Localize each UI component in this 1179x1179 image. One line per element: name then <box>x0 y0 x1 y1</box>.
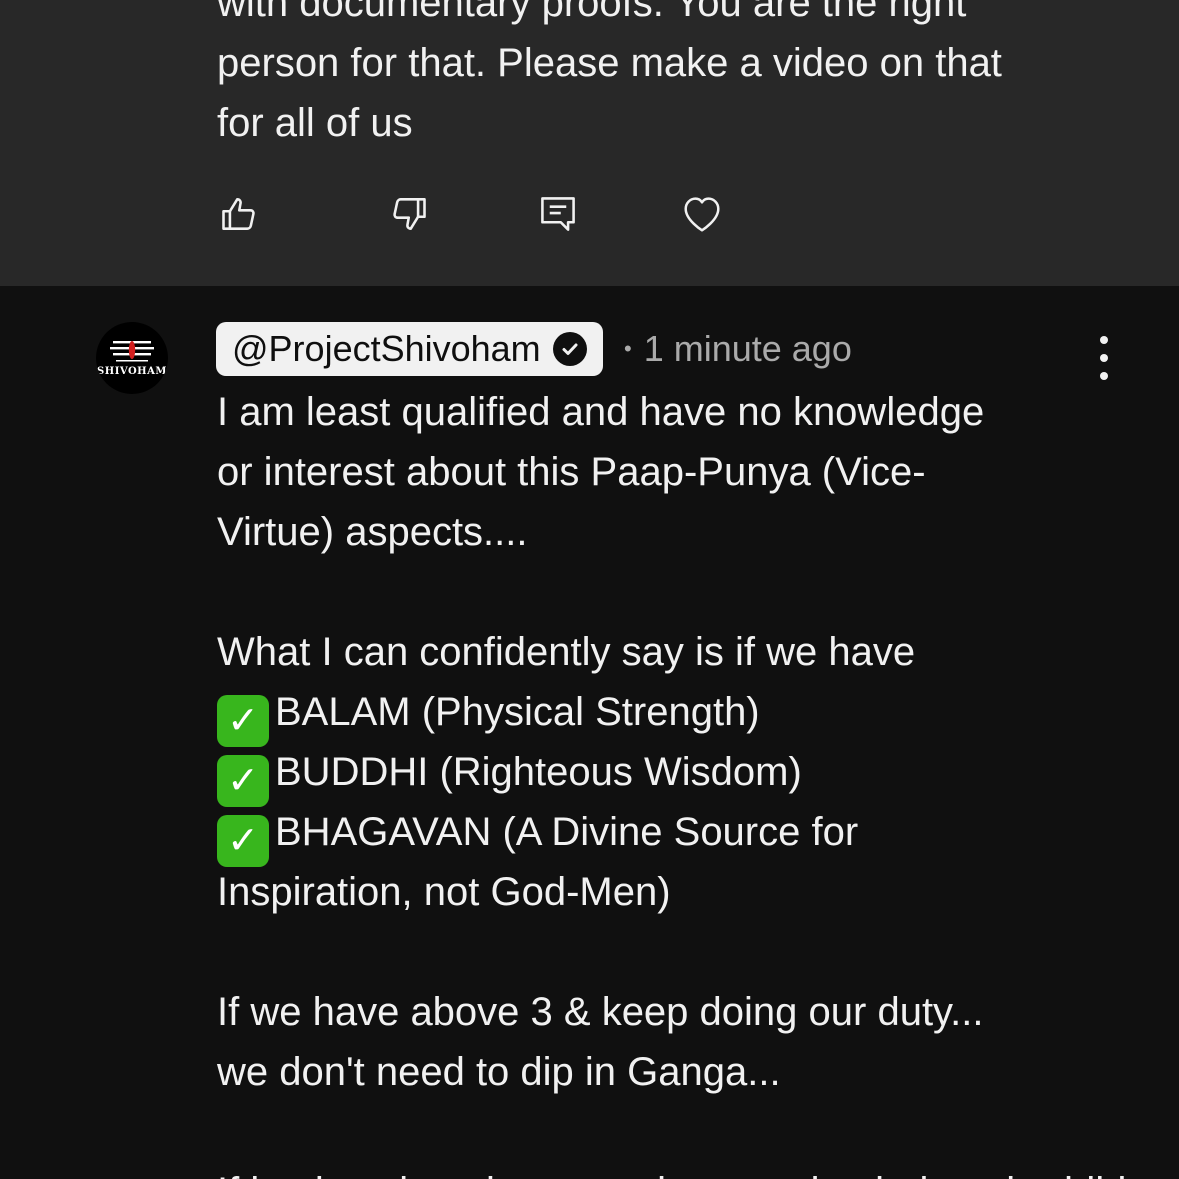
reply-icon <box>541 197 575 231</box>
author-name: @ProjectShivoham <box>232 328 541 369</box>
reply-line-blank <box>217 922 1117 982</box>
check-mark-icon: ✓ <box>217 755 269 807</box>
check-mark-icon: ✓ <box>217 695 269 747</box>
reply-line: What I can confidently say is if we have <box>217 630 916 674</box>
meta-separator: • <box>624 336 632 361</box>
reply-line-blank <box>217 562 1117 622</box>
checklist-item: ✓ BUDDHI (Righteous Wisdom) <box>217 742 1117 807</box>
avatar[interactable]: SHIVOHAM <box>96 322 168 394</box>
reply-line: If it takes time, let us work on getting… <box>217 1162 1126 1179</box>
thumbs-up-icon <box>222 198 255 230</box>
heart-button[interactable] <box>676 188 728 240</box>
reply-line: If we have above 3 & keep doing our duty… <box>217 990 984 1034</box>
more-options-button[interactable] <box>1088 336 1120 380</box>
checklist-item: ✓ BHAGAVAN (A Divine Source for <box>217 802 1117 867</box>
reply-line: Inspiration, not God-Men) <box>217 870 671 914</box>
heart-icon <box>684 197 720 232</box>
previous-comment: with documentary proofs. You are the rig… <box>0 0 1179 286</box>
like-button[interactable] <box>214 188 266 240</box>
checklist-text: BUDDHI (Righteous Wisdom) <box>275 750 802 794</box>
reply-line: or interest about this Paap-Punya (Vice- <box>217 450 926 494</box>
comment-actions <box>0 188 1179 244</box>
timestamp: 1 minute ago <box>643 328 852 369</box>
checklist-item: ✓ BALAM (Physical Strength) <box>217 682 1117 747</box>
previous-comment-text: with documentary proofs. You are the rig… <box>217 0 1117 153</box>
reply-line: we don't need to dip in Ganga... <box>217 1050 781 1094</box>
comments-page: with documentary proofs. You are the rig… <box>0 0 1179 1179</box>
kebab-dot-icon <box>1100 354 1108 362</box>
checklist-text: BALAM (Physical Strength) <box>275 690 760 734</box>
comment-line: person for that. Please make a video on … <box>217 41 1002 85</box>
shivoham-logo-icon <box>110 341 154 362</box>
reply-button[interactable] <box>532 188 584 240</box>
checklist-text: BHAGAVAN (A Divine Source for <box>275 810 859 854</box>
kebab-dot-icon <box>1100 372 1108 380</box>
avatar-label: SHIVOHAM <box>97 366 167 377</box>
reply-line-blank <box>217 1102 1117 1162</box>
kebab-dot-icon <box>1100 336 1108 344</box>
check-mark-icon: ✓ <box>217 815 269 867</box>
dislike-button[interactable] <box>382 188 434 240</box>
thumbs-down-icon <box>393 198 426 230</box>
comment-line: with documentary proofs. You are the rig… <box>217 0 967 25</box>
reply-line: I am least qualified and have no knowled… <box>217 390 985 434</box>
reply-line: Virtue) aspects.... <box>217 510 528 554</box>
comment-meta: • 1 minute ago <box>624 322 852 376</box>
reply-text: I am least qualified and have no knowled… <box>217 382 1126 1179</box>
comment-line: for all of us <box>217 101 413 145</box>
verified-check-icon <box>552 332 587 366</box>
reply-comment: SHIVOHAM @ProjectShivoham • 1 minute ago… <box>0 286 1179 1179</box>
author-chip[interactable]: @ProjectShivoham <box>216 322 603 376</box>
